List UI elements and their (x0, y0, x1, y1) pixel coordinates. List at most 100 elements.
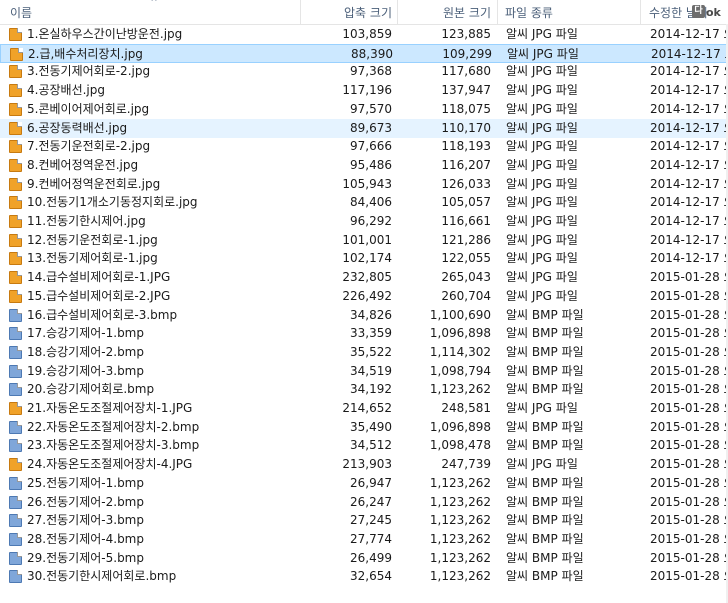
jpg-file-icon (9, 65, 22, 79)
original-size: 110,170 (441, 120, 491, 135)
jpg-file-icon (9, 177, 22, 191)
file-name: 13.전동기제어회로-1.jpg (27, 251, 158, 266)
file-row[interactable]: 26.전동기제어-2.bmp 26,247 1,123,262 알씨 BMP 파일 20… (0, 493, 728, 512)
compressed-size: 103,859 (342, 27, 392, 41)
file-row[interactable]: 14.급수설비제어회로-1.JPG 232,805 265,043 알씨 JPG 파일… (0, 268, 728, 287)
file-name: 22.자동온도조절제어장치-2.bmp (27, 419, 200, 434)
file-row[interactable]: 2.급,배수처리장치.jpg 88,390 109,299 알씨 JPG 파일 2014… (0, 43, 728, 63)
file-type: 알씨 JPG 파일 (506, 101, 578, 116)
file-type: 알씨 JPG 파일 (507, 46, 579, 61)
compressed-size: 26,947 (350, 475, 392, 490)
modified-date: 2015-01-28 오 (650, 288, 728, 303)
modified-date: 2014-12-17 오 (650, 176, 728, 191)
file-name: 9.컨베어정역운전회로.jpg (27, 176, 161, 191)
file-row[interactable]: 5.콘베이어제어회로.jpg 97,570 118,075 알씨 JPG 파일 2014… (0, 100, 728, 119)
file-row[interactable]: 17.승강기제어-1.bmp 33,359 1,096,898 알씨 BMP 파일 20… (0, 324, 728, 343)
file-row[interactable]: 18.승강기제어-2.bmp 35,522 1,114,302 알씨 BMP 파일 20… (0, 343, 728, 362)
sort-ascending-icon: ^ (150, 0, 158, 8)
original-size: 118,075 (441, 101, 491, 116)
file-name: 6.공장동력배선.jpg (27, 120, 128, 135)
original-size: 1,114,302 (429, 344, 491, 359)
compressed-size: 97,570 (350, 101, 392, 116)
bmp-file-icon (9, 327, 22, 341)
original-size: 122,055 (441, 251, 491, 266)
original-size: 137,947 (441, 83, 491, 98)
compressed-size: 96,292 (350, 214, 392, 228)
column-divider[interactable] (397, 0, 398, 24)
file-row[interactable]: 23.자동온도조절제어장치-3.bmp 34,512 1,098,478 알씨 BMP… (0, 436, 728, 455)
original-size: 1,096,898 (429, 419, 491, 434)
file-row[interactable]: 13.전동기제어회로-1.jpg 102,174 122,055 알씨 JPG 파일 2… (0, 249, 728, 268)
compressed-size: 214,652 (342, 401, 392, 415)
modified-date: 2015-01-28 오 (650, 270, 728, 285)
modified-date: 2014-12-17 오 (650, 232, 728, 247)
file-type: 알씨 BMP 파일 (506, 475, 584, 490)
column-header: 이름 ^ 압축 크기 원본 크기 파일 종류 수정한 날짜 다 ok (0, 0, 728, 25)
file-row[interactable]: 22.자동온도조절제어장치-2.bmp 35,490 1,096,898 알씨 BMP… (0, 418, 728, 437)
original-size: 1,098,794 (429, 363, 491, 378)
file-row[interactable]: 27.전동기제어-3.bmp 27,245 1,123,262 알씨 BMP 파일 20… (0, 511, 728, 530)
file-row[interactable]: 10.전동기1개소기동정지회로.jpg 84,406 105,057 알씨 JPG 파… (0, 193, 728, 212)
original-size: 116,207 (441, 157, 491, 172)
column-header-original-size[interactable]: 원본 크기 (400, 0, 491, 24)
file-row[interactable]: 25.전동기제어-1.bmp 26,947 1,123,262 알씨 BMP 파일 20… (0, 474, 728, 493)
column-divider[interactable] (640, 0, 641, 24)
file-row[interactable]: 7.전동기운전회로-2.jpg 97,666 118,193 알씨 JPG 파일 201… (0, 137, 728, 156)
compressed-size: 26,499 (350, 550, 392, 565)
file-row[interactable]: 21.자동온도조절제어장치-1.JPG 214,652 248,581 알씨 JPG … (0, 399, 728, 418)
file-type: 알씨 BMP 파일 (506, 307, 584, 322)
modified-date: 2014-12-17 오 (650, 120, 728, 135)
file-row[interactable]: 16.급수설비제어회로-3.bmp 34,826 1,100,690 알씨 BMP 파… (0, 306, 728, 325)
file-type: 알씨 JPG 파일 (506, 195, 578, 210)
file-name: 28.전동기제어-4.bmp (27, 531, 144, 546)
file-name: 25.전동기제어-1.bmp (27, 475, 144, 490)
file-name: 24.자동온도조절제어장치-4.JPG (27, 457, 193, 472)
file-row[interactable]: 4.공장배선.jpg 117,196 137,947 알씨 JPG 파일 2014-12… (0, 81, 728, 100)
original-size: 1,123,262 (429, 475, 491, 490)
file-row[interactable]: 15.급수설비제어회로-2.JPG 226,492 260,704 알씨 JPG 파일… (0, 287, 728, 306)
modified-date: 2014-12-17 오 (650, 101, 728, 116)
file-type: 알씨 BMP 파일 (506, 531, 584, 546)
file-row[interactable]: 3.전동기제어회로-2.jpg 97,368 117,680 알씨 JPG 파일 201… (0, 62, 728, 81)
column-divider[interactable] (497, 0, 498, 24)
file-row[interactable]: 11.전동기한시제어.jpg 96,292 116,661 알씨 JPG 파일 2014… (0, 212, 728, 231)
modified-date: 2015-01-28 오 (650, 382, 728, 397)
bmp-file-icon (9, 383, 22, 397)
compressed-size: 232,805 (342, 270, 392, 285)
original-size: 126,033 (441, 176, 491, 191)
file-type: 알씨 JPG 파일 (506, 157, 578, 172)
original-size: 260,704 (441, 288, 491, 303)
modified-date: 2015-01-28 오 (650, 344, 728, 359)
file-name: 14.급수설비제어회로-1.JPG (27, 270, 171, 285)
file-row[interactable]: 30.전동기한시제어회로.bmp 32,654 1,123,262 알씨 BMP 파일… (0, 567, 728, 586)
file-row[interactable]: 9.컨베어정역운전회로.jpg 105,943 126,033 알씨 JPG 파일 20… (0, 175, 728, 194)
file-name: 11.전동기한시제어.jpg (27, 214, 146, 228)
file-name: 12.전동기운전회로-1.jpg (27, 232, 158, 247)
file-type: 알씨 JPG 파일 (506, 288, 578, 303)
file-type: 알씨 BMP 파일 (506, 419, 584, 434)
file-row[interactable]: 6.공장동력배선.jpg 89,673 110,170 알씨 JPG 파일 2014-1… (0, 118, 728, 138)
file-row[interactable]: 20.승강기제어회로.bmp 34,192 1,123,262 알씨 BMP 파일 20… (0, 380, 728, 399)
file-row[interactable]: 24.자동온도조절제어장치-4.JPG 213,903 247,739 알씨 JPG … (0, 455, 728, 474)
modified-date: 2015-01-28 오 (650, 494, 728, 509)
file-row[interactable]: 1.온실하우스간이난방운전.jpg 103,859 123,885 알씨 JPG 파일… (0, 25, 728, 44)
file-name: 3.전동기제어회로-2.jpg (27, 64, 151, 79)
file-row[interactable]: 19.승강기제어-3.bmp 34,519 1,098,794 알씨 BMP 파일 20… (0, 362, 728, 381)
file-name: 5.콘베이어제어회로.jpg (27, 101, 150, 116)
column-header-file-type[interactable]: 파일 종류 (505, 0, 635, 24)
compressed-size: 27,245 (350, 513, 392, 528)
column-header-compressed-size[interactable]: 압축 크기 (300, 0, 392, 24)
modified-date: 2014-12-17 오 (651, 46, 728, 61)
compressed-size: 88,390 (351, 46, 393, 61)
file-type: 알씨 BMP 파일 (506, 326, 584, 341)
jpg-file-icon (9, 252, 22, 266)
original-size: 105,057 (441, 195, 491, 210)
file-row[interactable]: 28.전동기제어-4.bmp 27,774 1,123,262 알씨 BMP 파일 20… (0, 530, 728, 549)
file-row[interactable]: 29.전동기제어-5.bmp 26,499 1,123,262 알씨 BMP 파일 20… (0, 549, 728, 568)
original-size: 247,739 (441, 457, 491, 472)
file-row[interactable]: 8.컨베어정역운전.jpg 95,486 116,207 알씨 JPG 파일 2014-… (0, 156, 728, 175)
compressed-size: 33,359 (350, 326, 392, 341)
file-row[interactable]: 12.전동기운전회로-1.jpg 101,001 121,286 알씨 JPG 파일 2… (0, 231, 728, 250)
bmp-file-icon (9, 551, 22, 565)
bmp-file-icon (9, 495, 22, 509)
